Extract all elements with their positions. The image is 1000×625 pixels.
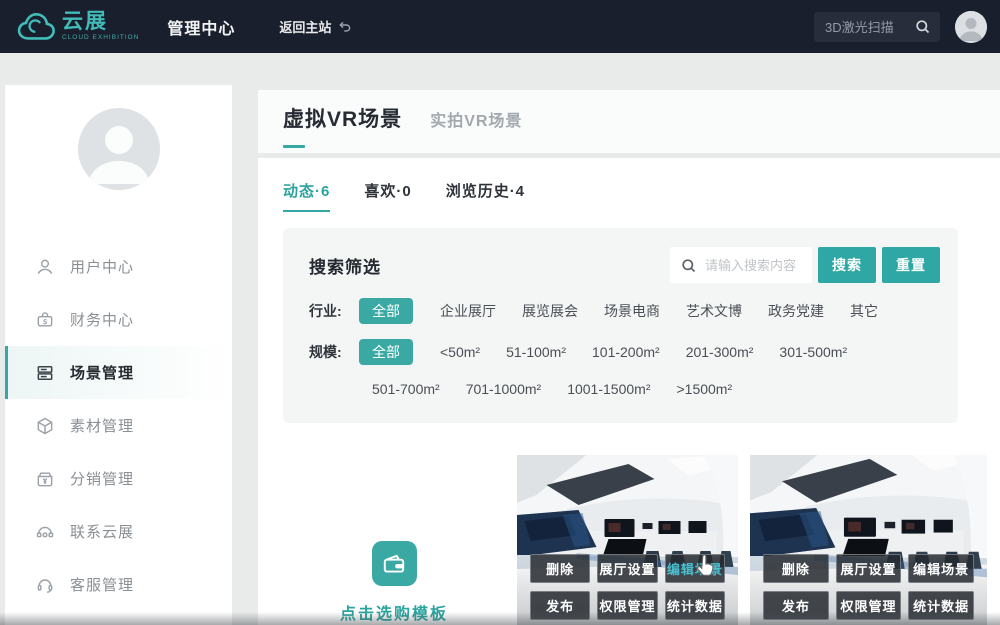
sidebar-item-label: 场景管理: [70, 362, 134, 383]
hall-settings-button[interactable]: 展厅设置: [836, 554, 902, 583]
publish-button[interactable]: 发布: [763, 591, 829, 620]
sidebar-item-customer-service[interactable]: 客服管理: [5, 558, 232, 611]
sidebar: 用户中心 财务中心 场景管理 素材管理 分销管理: [5, 85, 232, 625]
wallet-icon: [372, 541, 417, 586]
scene-action-buttons: 删除 展厅设置 编辑场景 发布 权限管理 统计数据: [530, 554, 725, 620]
vr-scene-card-1[interactable]: 删除 展厅设置 编辑场景 发布 权限管理 统计数据: [517, 455, 738, 625]
sidebar-item-contact-cloud-exhibition[interactable]: 联系云展: [5, 505, 232, 558]
industry-option[interactable]: 其它: [837, 298, 891, 324]
tab-browse-history[interactable]: 浏览历史·4: [446, 180, 525, 212]
industry-option[interactable]: 企业展厅: [427, 298, 509, 324]
sidebar-item-label: 财务中心: [70, 309, 134, 330]
brand-subtitle: CLOUD EXHIBITION: [62, 35, 139, 42]
industry-label: 行业:: [309, 298, 359, 324]
sidebar-item-label: 素材管理: [70, 415, 134, 436]
scale-option[interactable]: 701-1000m²: [453, 376, 555, 402]
search-icon: [680, 257, 697, 274]
box-yen-icon: [35, 469, 55, 489]
filter-search-input[interactable]: [705, 258, 806, 273]
scale-option[interactable]: <50m²: [427, 339, 493, 365]
tab-dynamic[interactable]: 动态·6: [283, 180, 330, 212]
statistics-button[interactable]: 统计数据: [665, 591, 725, 620]
finance-bag-icon: [35, 310, 55, 330]
tab-real-vr-scene[interactable]: 实拍VR场景: [430, 107, 522, 131]
tab-likes[interactable]: 喜欢·0: [364, 180, 411, 212]
content-tabs: 动态·6 喜欢·0 浏览历史·4: [283, 180, 525, 212]
scale-option[interactable]: 101-200m²: [579, 339, 673, 365]
search-icon[interactable]: [914, 18, 931, 35]
sidebar-avatar: [78, 108, 160, 190]
vr-scene-card-2[interactable]: 删除 展厅设置 编辑场景 发布 权限管理 统计数据: [750, 455, 987, 625]
cube-icon: [35, 416, 55, 436]
sidebar-item-label: 联系云展: [70, 521, 134, 542]
sidebar-item-material-management[interactable]: 素材管理: [5, 399, 232, 452]
user-icon: [35, 257, 55, 277]
scene-action-buttons: 删除 展厅设置 编辑场景 发布 权限管理 统计数据: [763, 554, 974, 620]
delete-button[interactable]: 删除: [530, 554, 590, 583]
page-title-card: 虚拟VR场景 实拍VR场景: [258, 90, 1000, 153]
industry-option[interactable]: 展览展会: [509, 298, 591, 324]
industry-filter-row: 行业: 全部 企业展厅 展览展会 场景电商 艺术文博 政务党建 其它: [283, 298, 958, 324]
industry-option[interactable]: 艺术文博: [673, 298, 755, 324]
nav-section-title: 管理中心: [167, 15, 235, 39]
avatar-silhouette-icon: [955, 11, 987, 43]
publish-button[interactable]: 发布: [530, 591, 590, 620]
permission-management-button[interactable]: 权限管理: [597, 591, 657, 620]
sidebar-menu: 用户中心 财务中心 场景管理 素材管理 分销管理: [5, 240, 232, 611]
scene-cards-row: 点击选购模板 删除 展厅设置 编辑场景 发布 权限管理 统计数据 删除 展厅设置…: [283, 455, 985, 625]
brand-logo[interactable]: 云展 CLOUD EXHIBITION: [16, 11, 139, 43]
return-arrow-icon: [337, 19, 353, 35]
scale-option[interactable]: 201-300m²: [673, 339, 767, 365]
scale-option[interactable]: 301-500m²: [766, 339, 860, 365]
sidebar-item-user-center[interactable]: 用户中心: [5, 240, 232, 293]
filter-panel-title: 搜索筛选: [309, 253, 381, 278]
navbar-search-box[interactable]: [814, 12, 940, 42]
scale-option[interactable]: >1500m²: [663, 376, 745, 402]
sidebar-item-label: 客服管理: [70, 574, 134, 595]
industry-option[interactable]: 政务党建: [755, 298, 837, 324]
navbar-avatar[interactable]: [955, 11, 987, 43]
scale-label: 规模:: [309, 339, 359, 365]
content-panel: 动态·6 喜欢·0 浏览历史·4 搜索筛选 搜索 重置 行业: 全部 企业展厅: [258, 158, 1000, 625]
tab-virtual-vr-scene[interactable]: 虚拟VR场景: [283, 103, 402, 133]
filter-search-group: 搜索 重置: [670, 247, 940, 283]
telephone-icon: [35, 522, 55, 542]
statistics-button[interactable]: 统计数据: [908, 591, 974, 620]
scene-stack-icon: [35, 363, 55, 383]
back-to-main-label: 返回主站: [279, 17, 331, 36]
search-filter-panel: 搜索筛选 搜索 重置 行业: 全部 企业展厅 展览展会 场景电商 艺术文博: [283, 228, 958, 423]
avatar-silhouette-icon: [78, 108, 160, 190]
sidebar-item-label: 用户中心: [70, 256, 134, 277]
hall-settings-button[interactable]: 展厅设置: [597, 554, 657, 583]
industry-option[interactable]: 场景电商: [591, 298, 673, 324]
filter-search-box[interactable]: [670, 247, 812, 283]
industry-option-all[interactable]: 全部: [359, 298, 413, 324]
brand-name: 云展: [62, 11, 139, 32]
top-navbar: 云展 CLOUD EXHIBITION 管理中心 返回主站: [0, 0, 1000, 53]
delete-button[interactable]: 删除: [763, 554, 829, 583]
cloud-logo-icon: [16, 11, 58, 43]
scale-option[interactable]: 1001-1500m²: [554, 376, 663, 402]
buy-template-card[interactable]: 点击选购模板: [283, 455, 505, 625]
sidebar-item-distribution-management[interactable]: 分销管理: [5, 452, 232, 505]
buy-template-label: 点击选购模板: [340, 600, 448, 624]
scale-option-all[interactable]: 全部: [359, 339, 413, 365]
navbar-search-input[interactable]: [825, 19, 914, 34]
search-button[interactable]: 搜索: [818, 247, 876, 283]
scale-option[interactable]: 51-100m²: [493, 339, 579, 365]
reset-button[interactable]: 重置: [882, 247, 940, 283]
back-to-main-link[interactable]: 返回主站: [279, 17, 353, 36]
sidebar-item-finance-center[interactable]: 财务中心: [5, 293, 232, 346]
permission-management-button[interactable]: 权限管理: [836, 591, 902, 620]
edit-scene-button[interactable]: 编辑场景: [908, 554, 974, 583]
active-title-underline: [283, 145, 305, 148]
headset-icon: [35, 575, 55, 595]
scale-option[interactable]: 501-700m²: [359, 376, 453, 402]
sidebar-item-scene-management[interactable]: 场景管理: [5, 346, 232, 399]
scale-filter-row: 规模: 全部 <50m² 51-100m² 101-200m² 201-300m…: [283, 339, 958, 402]
brand-text: 云展 CLOUD EXHIBITION: [62, 11, 139, 42]
sidebar-item-label: 分销管理: [70, 468, 134, 489]
edit-scene-button[interactable]: 编辑场景: [665, 554, 725, 583]
